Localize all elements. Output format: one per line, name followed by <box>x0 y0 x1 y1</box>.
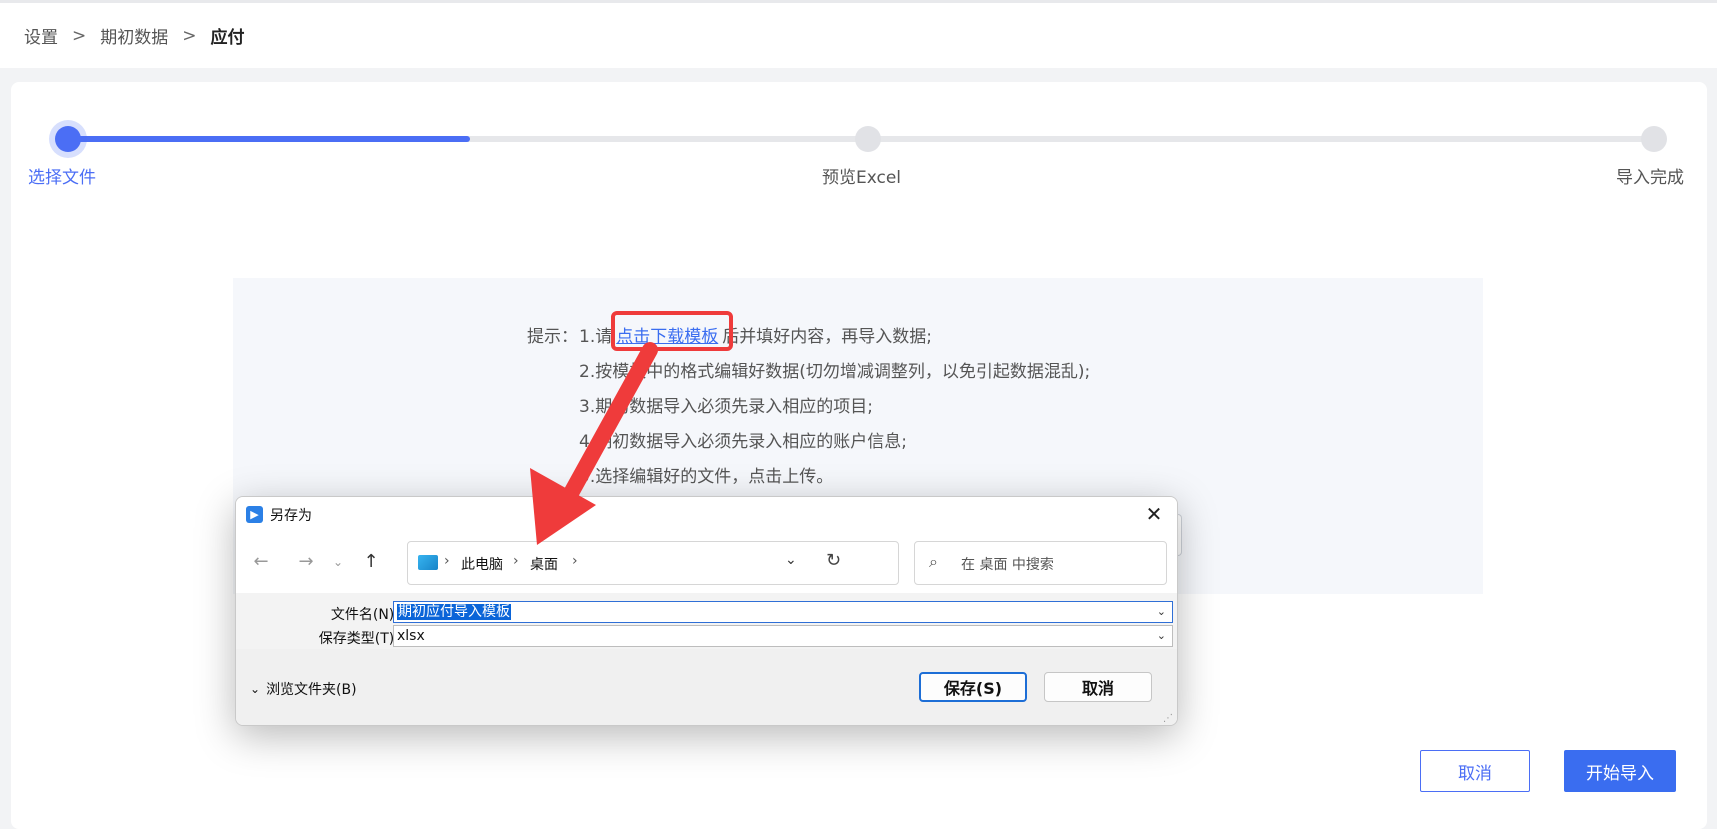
path-segment-desktop[interactable]: 桌面 <box>530 554 558 574</box>
tip-line-5: 5.选择编辑好的文件，点击上传。 <box>579 467 834 487</box>
filetype-value: xlsx <box>397 628 425 644</box>
step-progress-bar <box>68 136 470 142</box>
forward-arrow-icon[interactable]: → <box>293 549 319 575</box>
path-chevron-icon: › <box>444 553 450 569</box>
breadcrumb-separator: > <box>182 25 197 46</box>
filename-dropdown-icon[interactable]: ⌄ <box>1157 602 1166 622</box>
step-dot-preview <box>855 126 881 152</box>
tip-line-4: 4.期初数据导入必须先录入相应的账户信息; <box>579 432 907 452</box>
annotation-highlight-box <box>611 311 733 351</box>
browse-folders-toggle[interactable]: ⌄ 浏览文件夹(B) <box>250 679 357 699</box>
step-label-preview: 预览Excel <box>822 168 902 188</box>
dialog-title: 另存为 <box>270 508 312 524</box>
back-arrow-icon[interactable]: ← <box>248 549 274 575</box>
close-icon[interactable]: ✕ <box>1141 501 1167 527</box>
dialog-titlebar: ▶ 另存为 ✕ <box>236 497 1177 531</box>
step-label-complete: 导入完成 <box>1616 168 1684 188</box>
tip-line-2: 2.按模板中的格式编辑好数据(切勿增减调整列，以免引起数据混乱); <box>579 362 1091 382</box>
resize-grip-icon[interactable]: ⋰ <box>1163 713 1175 725</box>
filename-label: 文件名(N): <box>330 607 399 623</box>
filename-row: 文件名(N): 期初应付导入模板 ⌄ <box>236 601 1177 625</box>
path-chevron-icon: › <box>572 553 578 569</box>
chevron-down-icon: ⌄ <box>250 682 261 696</box>
filetype-label: 保存类型(T): <box>318 631 399 647</box>
path-segment-this-pc[interactable]: 此电脑 <box>461 554 503 574</box>
step-label-select-file: 选择文件 <box>28 168 96 188</box>
dialog-cancel-button[interactable]: 取消 <box>1044 672 1152 702</box>
path-chevron-icon: › <box>513 553 519 569</box>
recent-dropdown-icon[interactable]: ⌄ <box>325 549 351 575</box>
search-input[interactable]: ⌕ 在 桌面 中搜索 <box>914 541 1167 585</box>
browse-folders-label: 浏览文件夹(B) <box>266 682 357 698</box>
save-as-dialog: ▶ 另存为 ✕ ← → ⌄ ↑ › 此电脑 › 桌面 › ⌄ ↻ ⌕ 在 桌面 … <box>235 496 1178 726</box>
search-icon: ⌕ <box>929 552 938 571</box>
dialog-navbar: ← → ⌄ ↑ › 此电脑 › 桌面 › ⌄ ↻ ⌕ 在 桌面 中搜索 <box>236 531 1177 593</box>
filename-field[interactable]: 期初应付导入模板 ⌄ <box>393 601 1173 623</box>
breadcrumb-item-settings[interactable]: 设置 <box>24 23 58 48</box>
address-dropdown-icon[interactable]: ⌄ <box>785 552 797 568</box>
filetype-dropdown-icon[interactable]: ⌄ <box>1157 626 1166 646</box>
tip-line-3: 3.期初数据导入必须先录入相应的项目; <box>579 397 873 417</box>
tip-line-1-after: 后并填好内容，再导入数据; <box>722 327 932 347</box>
tips-prefix: 提示： <box>527 327 578 347</box>
top-bar: 设置 > 期初数据 > 应付 <box>0 0 1717 68</box>
tip-line-1-before: 1.请 <box>579 327 613 347</box>
step-dot-select-file <box>55 126 81 152</box>
breadcrumb-item-opening-data[interactable]: 期初数据 <box>100 23 168 48</box>
breadcrumb: 设置 > 期初数据 > 应付 <box>24 23 245 49</box>
filetype-select[interactable]: xlsx ⌄ <box>393 625 1173 647</box>
breadcrumb-separator: > <box>72 25 87 46</box>
address-bar[interactable]: › 此电脑 › 桌面 › ⌄ ↻ <box>407 541 899 585</box>
breadcrumb-current: 应付 <box>210 28 245 48</box>
refresh-icon[interactable]: ↻ <box>826 550 841 571</box>
filetype-row: 保存类型(T): xlsx ⌄ <box>236 625 1177 649</box>
start-import-button[interactable]: 开始导入 <box>1564 750 1676 792</box>
search-placeholder: 在 桌面 中搜索 <box>961 557 1054 573</box>
up-arrow-icon[interactable]: ↑ <box>358 549 384 575</box>
computer-icon <box>418 555 438 570</box>
save-button[interactable]: 保存(S) <box>919 672 1027 702</box>
dialog-footer: ⌄ 浏览文件夹(B) 保存(S) 取消 ⋰ <box>236 649 1177 725</box>
step-dot-complete <box>1641 126 1667 152</box>
app-icon: ▶ <box>246 506 263 523</box>
filename-value: 期初应付导入模板 <box>397 604 511 620</box>
cancel-button[interactable]: 取消 <box>1420 750 1530 792</box>
